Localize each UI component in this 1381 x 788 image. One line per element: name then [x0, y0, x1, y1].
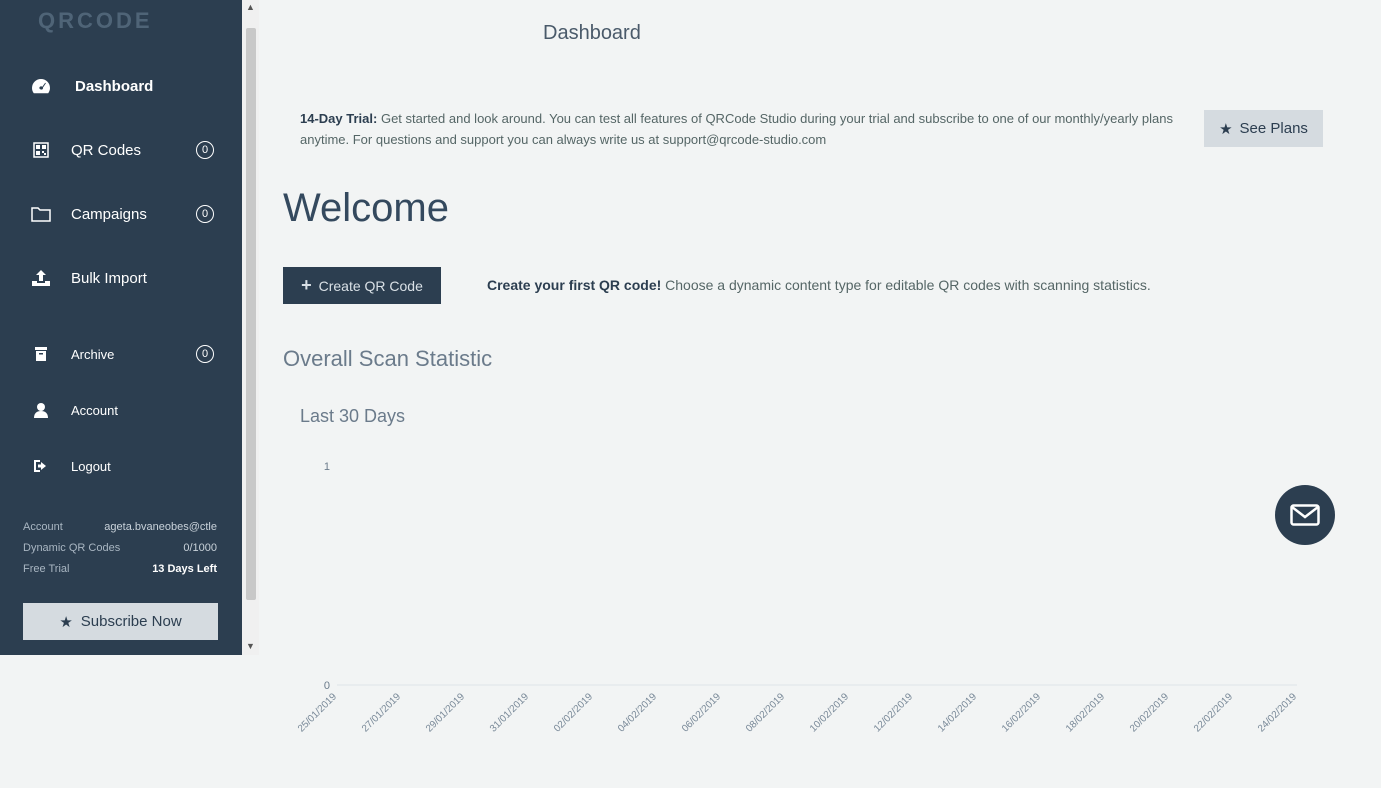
x-tick-label: 20/02/2019	[1128, 691, 1171, 734]
x-tick-label: 10/02/2019	[808, 691, 851, 734]
x-tick-label: 24/02/2019	[1256, 691, 1299, 734]
x-tick-label: 29/01/2019	[424, 691, 467, 734]
scan-chart: 1 025/01/2019 27/01/2019 29/01/2019 31/01/20…	[296, 461, 1299, 735]
x-tick-label: 02/02/2019	[552, 691, 595, 734]
x-tick-label: 12/02/2019	[872, 691, 915, 734]
x-tick-label: 14/02/2019	[936, 691, 979, 734]
x-tick-label: 08/02/2019	[744, 691, 787, 734]
contact-button[interactable]	[1275, 485, 1335, 545]
y-tick-label: 1	[324, 461, 330, 473]
x-tick-label: 16/02/2019	[1000, 691, 1043, 734]
x-tick-label: 31/01/2019	[488, 691, 531, 734]
x-tick-label: 25/01/2019	[296, 691, 339, 734]
x-tick-label: 06/02/2019	[680, 691, 723, 734]
x-tick-label: 04/02/2019	[616, 691, 659, 734]
envelope-icon	[1290, 504, 1320, 526]
x-tick-label: 27/01/2019	[360, 691, 403, 734]
x-tick-label: 22/02/2019	[1192, 691, 1235, 734]
y-tick-label: 0	[324, 680, 330, 692]
x-tick-label: 18/02/2019	[1064, 691, 1107, 734]
